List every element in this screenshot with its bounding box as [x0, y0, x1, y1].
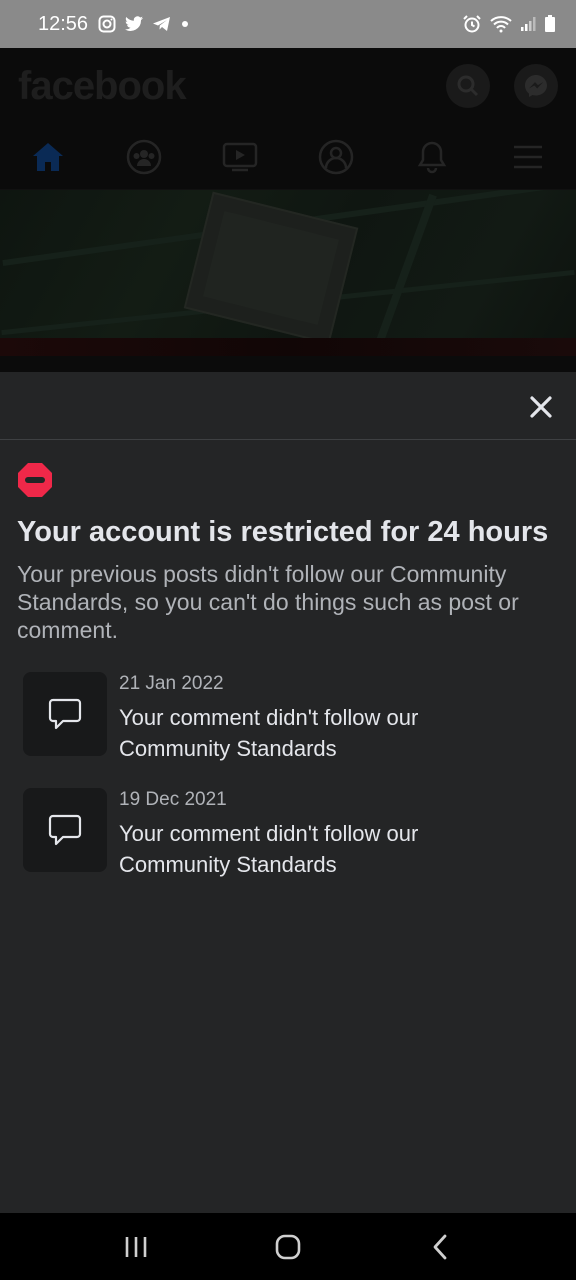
wifi-icon — [490, 15, 512, 33]
violation-date: 21 Jan 2022 — [119, 673, 224, 694]
violation-date: 19 Dec 2021 — [119, 789, 227, 810]
list-item[interactable]: 19 Dec 2021 Your comment didn't follow o… — [23, 788, 559, 880]
close-button[interactable] — [526, 392, 556, 422]
sheet-header — [0, 372, 576, 440]
system-icons — [462, 14, 556, 34]
bell-icon — [417, 141, 447, 173]
tab-home — [28, 137, 68, 177]
violation-message: Your comment didn't follow our Community… — [119, 821, 419, 877]
violation-thumbnail — [23, 788, 107, 872]
list-item[interactable]: 21 Jan 2022 Your comment didn't follow o… — [23, 672, 559, 764]
post-image — [0, 190, 576, 356]
signal-icon — [520, 16, 536, 32]
comment-icon — [48, 814, 82, 846]
restriction-description: Your previous posts didn't follow our Co… — [17, 561, 519, 643]
messenger-button — [514, 64, 558, 108]
twitter-icon — [124, 15, 144, 33]
comment-icon — [48, 698, 82, 730]
home-circle-icon — [275, 1234, 301, 1259]
search-button — [446, 64, 490, 108]
status-bar: 12:56 — [0, 0, 576, 48]
restriction-title: Your account is restricted for 24 hours — [17, 516, 549, 548]
menu-icon — [514, 145, 542, 168]
dot-icon — [180, 19, 190, 29]
close-icon — [530, 396, 552, 418]
tab-notifications — [412, 137, 452, 177]
recent-apps-icon — [125, 1236, 147, 1257]
groups-icon — [126, 139, 162, 174]
tab-profile — [316, 137, 356, 177]
violation-list: 21 Jan 2022 Your comment didn't follow o… — [17, 672, 559, 880]
home-icon — [33, 142, 63, 171]
status-time: 12:56 — [38, 12, 89, 35]
profile-icon — [318, 139, 354, 174]
restricted-icon — [17, 462, 53, 498]
back-button[interactable] — [410, 1222, 470, 1272]
facebook-logo: facebook — [18, 63, 187, 108]
messenger-icon — [525, 75, 547, 97]
fb-tab-bar — [0, 124, 576, 190]
facebook-feed-background: facebook — [0, 48, 576, 372]
violation-message: Your comment didn't follow our Community… — [119, 705, 419, 761]
android-nav-bar — [0, 1213, 576, 1280]
fb-header: facebook — [0, 48, 576, 124]
search-icon — [457, 75, 479, 97]
tab-menu — [508, 137, 548, 177]
recent-apps-button[interactable] — [106, 1222, 166, 1272]
watch-icon — [222, 142, 258, 171]
telegram-icon — [152, 15, 172, 33]
notification-icons — [98, 15, 190, 33]
violation-thumbnail — [23, 672, 107, 756]
tab-watch — [220, 137, 260, 177]
home-button[interactable] — [258, 1222, 318, 1272]
alarm-icon — [462, 14, 482, 34]
back-icon — [433, 1234, 447, 1259]
tab-groups — [124, 137, 164, 177]
battery-icon — [544, 15, 556, 33]
instagram-icon — [98, 15, 116, 33]
restriction-sheet: Your account is restricted for 24 hours … — [0, 372, 576, 1213]
